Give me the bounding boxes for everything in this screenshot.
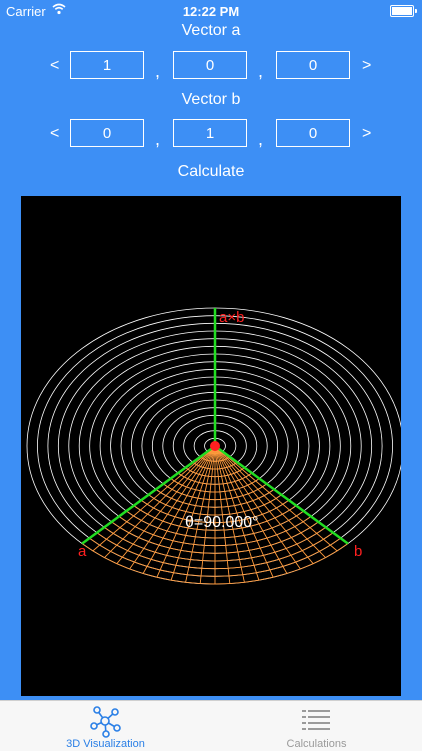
vector-a-title: Vector a [181, 22, 241, 39]
tab-3d-visualization-label: 3D Visualization [66, 738, 145, 750]
sector-spoke [104, 445, 216, 558]
tab-calculations-label: Calculations [286, 738, 347, 750]
sector-spoke [214, 445, 288, 574]
comma-separator: , [258, 129, 264, 149]
vector-b-next-button[interactable]: > [362, 125, 371, 143]
vector-a-x-input[interactable] [70, 51, 144, 79]
calculate-button[interactable]: Calculate [0, 163, 422, 181]
sector-spoke [214, 445, 274, 578]
vector-a-z-input[interactable] [276, 51, 350, 79]
tab-bar: 3D Visualization Calculations [0, 700, 422, 751]
sector-spoke [116, 445, 216, 564]
sector-spoke [142, 445, 216, 574]
comma-separator: , [258, 61, 264, 81]
tab-3d-visualization[interactable]: 3D Visualization [0, 701, 211, 751]
vector-a-next-button[interactable]: > [362, 57, 371, 75]
vector-b-z-input[interactable] [276, 119, 350, 147]
cross-product-label: a×b [219, 309, 244, 326]
vector-a-row: < , , > [0, 51, 422, 83]
battery-icon [390, 5, 417, 17]
vector-b-x-input[interactable] [70, 119, 144, 147]
vector-b-y-input[interactable] [173, 119, 247, 147]
tab-calculations[interactable]: Calculations [211, 701, 422, 751]
vector-a-prev-button[interactable]: < [50, 57, 59, 75]
vector-a-y-input[interactable] [173, 51, 247, 79]
comma-separator: , [155, 61, 161, 81]
status-bar: Carrier 12:22 PM [0, 0, 422, 22]
vector-b-title: Vector b [181, 91, 241, 108]
list-icon [302, 710, 330, 730]
3d-visualization-viewport[interactable]: a×b a b θ=90.000° [21, 196, 401, 696]
origin-point [210, 441, 220, 451]
sector-spoke [214, 445, 314, 564]
clock-time: 12:22 PM [182, 4, 240, 19]
sector-spoke [156, 445, 216, 578]
comma-separator: , [155, 129, 161, 149]
vector-a-label: a [78, 543, 87, 560]
vector-b-prev-button[interactable]: < [50, 125, 59, 143]
angle-label: θ=90.000° [185, 514, 259, 531]
sector-spoke [214, 445, 326, 558]
vector-b-label: b [354, 543, 362, 560]
network-icon [90, 706, 121, 738]
vector-b-row: < , , > [0, 119, 422, 151]
vector-visualization-canvas: a×b a b θ=90.000° [26, 307, 401, 585]
